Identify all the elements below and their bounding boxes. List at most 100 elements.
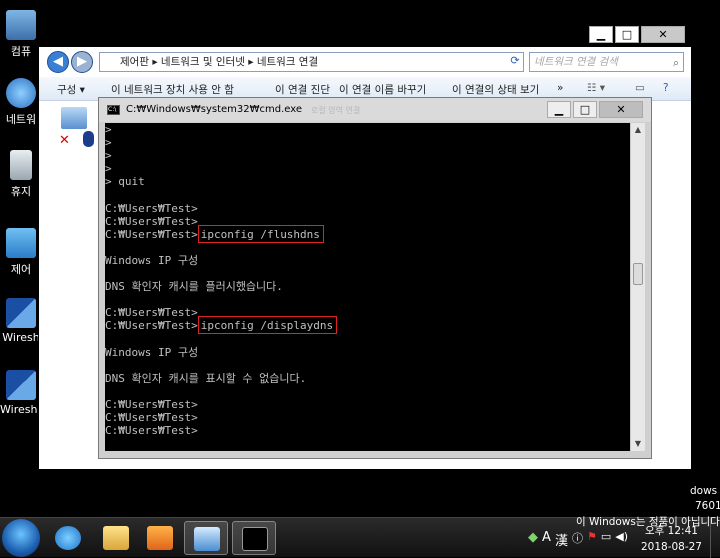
back-button[interactable]: ◀ xyxy=(47,51,69,73)
explorer-titlebar[interactable]: ▁ □ ✕ xyxy=(39,24,691,47)
toolbar-rename[interactable]: 이 연결 이름 바꾸기 xyxy=(339,82,426,97)
console-line: > quit xyxy=(105,175,630,188)
system-tray: ◆ A 漢 ⓘ ⚑ ▭ ◀) xyxy=(528,530,628,549)
watermark-build: 7601 xyxy=(695,500,720,512)
clock-date: 2018-08-27 xyxy=(640,541,702,553)
wireshark-icon xyxy=(6,298,36,328)
cmd-titlebar[interactable]: C:\ C:₩Windows₩system32₩cmd.exe 로컬 영역 연결… xyxy=(99,98,651,122)
toolbar-diagnose[interactable]: 이 연결 진단 xyxy=(275,82,330,97)
console-line: Windows IP 구성 xyxy=(105,254,630,267)
taskbar-media-player[interactable] xyxy=(138,521,182,555)
address-bar[interactable]: 제어판 ▸ 네트워크 및 인터넷 ▸ 네트워크 연결 xyxy=(99,52,524,72)
media-player-icon xyxy=(147,526,173,550)
console-line-text: Windows IP 구성 xyxy=(105,345,199,359)
console-line-text: C:₩Users₩Test> xyxy=(105,214,198,228)
network-connections-icon xyxy=(194,527,220,551)
desktop-icon-network[interactable]: 네트워 xyxy=(0,78,42,127)
cmd-title: C:₩Windows₩system32₩cmd.exe xyxy=(126,104,303,115)
scroll-thumb[interactable] xyxy=(633,263,643,285)
taskbar-ie[interactable] xyxy=(46,521,90,555)
desktop-icon-label: Wiresha xyxy=(0,403,42,416)
ime-icon[interactable]: ◆ xyxy=(528,530,538,549)
preview-pane-icon[interactable]: ▭ xyxy=(635,82,645,94)
console-output[interactable]: > > > > > quit C:₩Users₩Test> C:₩Users₩Test> C:… xyxy=(105,123,630,451)
toolbar-disable-device[interactable]: 이 네트워크 장치 사용 안 함 xyxy=(111,82,234,97)
toolbar-view-status[interactable]: 이 연결의 상태 보기 xyxy=(452,82,539,97)
watermark-os: dows 7 xyxy=(690,485,720,497)
console-line: DNS 확인자 캐시를 표시할 수 없습니다. xyxy=(105,372,630,385)
console-line: > xyxy=(105,162,630,175)
console-line-text: > xyxy=(105,162,112,176)
console-line-text: C:₩Users₩Test> xyxy=(105,319,198,333)
console-line-text: C:₩Users₩Test> xyxy=(105,201,198,215)
network-adapter-icon[interactable] xyxy=(61,107,87,129)
taskbar-control-panel[interactable] xyxy=(184,521,228,555)
console-line-text: C:₩Users₩Test> xyxy=(105,424,198,438)
desktop-icon-label: Wiresh xyxy=(2,331,40,344)
taskbar-cmd[interactable] xyxy=(232,521,276,555)
bluetooth-icon xyxy=(83,131,94,147)
help-icon[interactable]: ⓘ xyxy=(572,530,583,549)
ime-hanja[interactable]: 漢 xyxy=(555,530,568,549)
forward-button[interactable]: ▶ xyxy=(71,51,93,73)
address-row: ◀ ▶ 제어판 ▸ 네트워크 및 인터넷 ▸ 네트워크 연결 ⟳ 네트워크 연결… xyxy=(39,47,691,77)
ime-lang[interactable]: A xyxy=(542,530,551,549)
console-scrollbar[interactable]: ▲ ▼ xyxy=(630,123,645,451)
action-center-icon[interactable]: ⚑ xyxy=(587,530,597,549)
organize-menu[interactable]: 구성 ▾ xyxy=(57,82,85,97)
console-line: C:₩Users₩Test> xyxy=(105,215,630,228)
minimize-button[interactable]: ▁ xyxy=(589,26,613,43)
desktop-icon-computer[interactable]: 컴퓨 xyxy=(0,10,42,59)
scroll-up-icon[interactable]: ▲ xyxy=(631,123,645,137)
console-line-text: C:₩Users₩Test> xyxy=(105,227,198,241)
network-icon xyxy=(6,78,36,108)
refresh-icon[interactable]: ⟳ xyxy=(507,54,523,70)
taskbar-explorer[interactable] xyxy=(94,521,138,555)
close-button[interactable]: ✕ xyxy=(641,26,685,43)
console-line-text: C:₩Users₩Test> xyxy=(105,397,198,411)
search-icon[interactable]: ⌕ xyxy=(673,54,679,72)
console-line: C:₩Users₩Test> xyxy=(105,398,630,411)
scroll-down-icon[interactable]: ▼ xyxy=(631,437,645,451)
volume-icon[interactable]: ◀) xyxy=(615,530,628,549)
minimize-button[interactable]: ▁ xyxy=(547,101,571,118)
view-options-icon[interactable]: ☷ ▾ xyxy=(587,82,605,94)
console-line: C:₩Users₩Test> xyxy=(105,424,630,437)
disconnected-icon: ✕ xyxy=(59,133,70,148)
network-tray-icon[interactable]: ▭ xyxy=(601,530,611,549)
watermark-genuine: 이 Windows는 정품이 아닙니다. xyxy=(576,516,720,528)
start-button[interactable] xyxy=(2,519,40,557)
internet-explorer-icon xyxy=(55,526,81,550)
wireshark-icon xyxy=(6,370,36,400)
desktop-icon-label: 컴퓨 xyxy=(10,45,32,58)
desktop-icon-wireshark-2[interactable]: Wiresha xyxy=(0,370,42,416)
maximize-button[interactable]: □ xyxy=(573,101,597,118)
console-line-text: DNS 확인자 캐시를 플러시했습니다. xyxy=(105,280,283,294)
search-input[interactable]: 네트워크 연결 검색 ⌕ xyxy=(529,52,684,72)
help-icon[interactable]: ? xyxy=(663,82,669,94)
desktop-icon-label: 제어 xyxy=(10,263,32,276)
cmd-icon: C:\ xyxy=(107,105,120,115)
desktop-icon-label: 휴지 xyxy=(10,185,32,198)
console-line: C:₩Users₩Test> ipconfig /flushdns xyxy=(105,224,630,243)
desktop-icon-label: 네트워 xyxy=(5,113,37,126)
desktop-icon-recycle-bin[interactable]: 휴지 xyxy=(0,150,42,199)
desktop-icon-wireshark[interactable]: Wiresh xyxy=(0,298,42,344)
computer-icon xyxy=(6,10,36,40)
maximize-button[interactable]: □ xyxy=(615,26,639,43)
console-line: C:₩Users₩Test> ipconfig /displaydns xyxy=(105,316,630,335)
console-line: > xyxy=(105,136,630,149)
console-line: > xyxy=(105,149,630,162)
close-button[interactable]: ✕ xyxy=(599,101,643,118)
console-line: DNS 확인자 캐시를 플러시했습니다. xyxy=(105,280,630,293)
toolbar-more[interactable]: » xyxy=(557,82,563,94)
cmd-window: C:\ C:₩Windows₩system32₩cmd.exe 로컬 영역 연결… xyxy=(98,97,652,459)
highlighted-command: ipconfig /displaydns xyxy=(197,316,338,335)
console-line-text: C:₩Users₩Test> xyxy=(105,306,198,320)
desktop-icon-control-panel[interactable]: 제어 xyxy=(0,228,42,277)
search-placeholder: 네트워크 연결 검색 xyxy=(534,56,618,68)
